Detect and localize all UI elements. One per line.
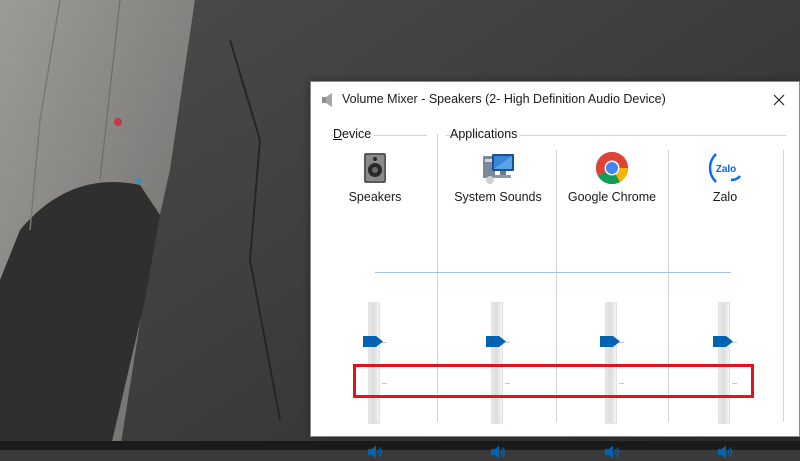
channel-label: Speakers xyxy=(348,190,402,204)
title-bar: Volume Mixer - Speakers (2- High Definit… xyxy=(311,82,799,118)
mute-google-chrome-button[interactable] xyxy=(603,443,621,461)
slider-track xyxy=(718,302,730,424)
google-chrome-icon xyxy=(595,151,629,185)
slider-ticks xyxy=(505,302,511,424)
close-button[interactable] xyxy=(765,87,793,113)
volume-slider[interactable] xyxy=(363,302,387,424)
slider-ticks xyxy=(619,302,625,424)
highlight-annotation xyxy=(353,364,754,398)
volume-mixer-window: Volume Mixer - Speakers (2- High Definit… xyxy=(310,81,800,459)
device-label-rest: evice xyxy=(342,127,372,141)
volume-slider[interactable] xyxy=(486,302,510,424)
slider-ticks xyxy=(732,302,738,424)
mute-zalo-button[interactable] xyxy=(716,443,734,461)
slider-track xyxy=(368,302,380,424)
slider-track xyxy=(491,302,503,424)
channel-label: Google Chrome xyxy=(567,190,657,204)
zalo-icon: Zalo xyxy=(708,153,741,183)
slider-thumb[interactable] xyxy=(600,336,620,347)
column-separator-3 xyxy=(783,150,784,422)
system-sounds-icon xyxy=(483,154,514,184)
zalo-icon-text: Zalo xyxy=(716,164,737,175)
volume-slider[interactable] xyxy=(713,302,737,424)
slider-track xyxy=(605,302,617,424)
applications-group-label: Applications xyxy=(450,127,521,141)
mute-speakers-button[interactable] xyxy=(366,443,384,461)
slider-ticks xyxy=(382,302,388,424)
close-icon xyxy=(773,94,785,106)
channel-label: Zalo xyxy=(712,190,738,204)
speaker-icon xyxy=(322,93,332,107)
window-title: Volume Mixer - Speakers (2- High Definit… xyxy=(342,92,666,106)
channel-label: System Sounds xyxy=(454,190,542,204)
device-accesskey: D xyxy=(333,127,343,141)
device-group-label: Device xyxy=(333,127,375,141)
taskbar xyxy=(0,441,800,450)
volume-slider[interactable] xyxy=(600,302,624,424)
slider-thumb[interactable] xyxy=(363,336,383,347)
slider-thumb[interactable] xyxy=(713,336,733,347)
speaker-device-icon xyxy=(364,153,386,183)
mute-system-sounds-button[interactable] xyxy=(489,443,507,461)
slider-thumb[interactable] xyxy=(486,336,506,347)
